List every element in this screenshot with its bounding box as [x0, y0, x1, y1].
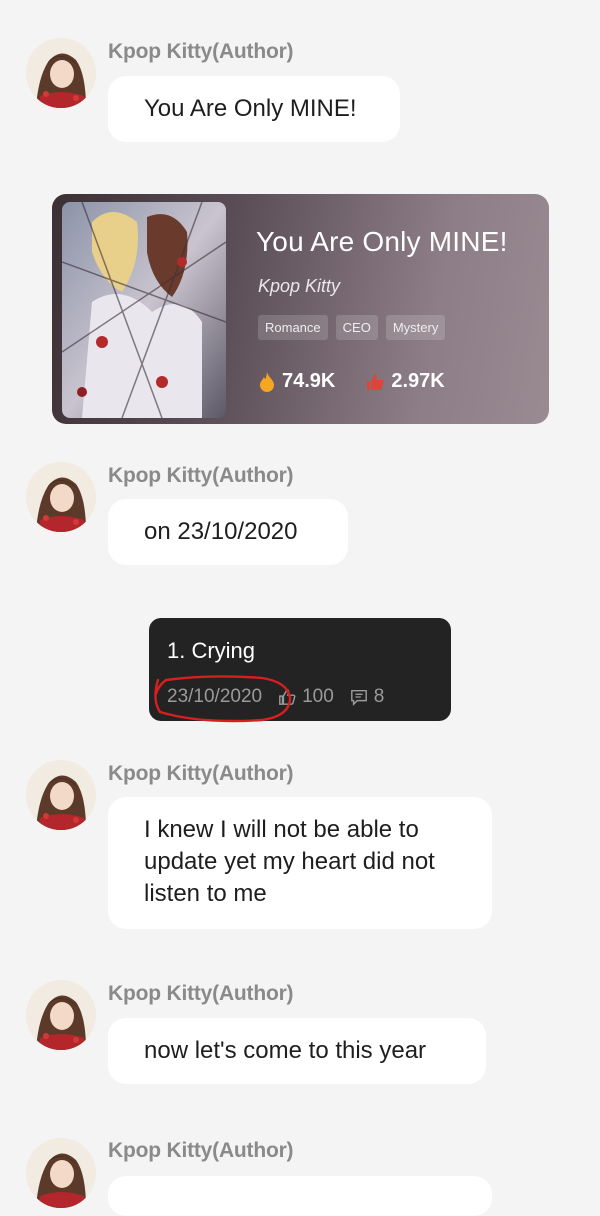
chapter-likes-count: 100 [302, 686, 334, 707]
book-cover-image [62, 202, 226, 418]
likes-count: 2.97K [391, 370, 445, 392]
tag-ceo[interactable]: CEO [335, 315, 378, 340]
message-bubble: I knew I will not be able to update yet … [108, 797, 492, 929]
message-bubble: now let's come to this year [108, 1018, 486, 1084]
book-author[interactable]: Kpop Kitty [258, 276, 340, 297]
chapter-comments-count: 8 [373, 686, 385, 707]
author-avatar[interactable] [26, 38, 96, 108]
author-avatar[interactable] [26, 980, 96, 1050]
message-bubble: You Are Only MINE! [108, 76, 400, 142]
comment-icon [350, 689, 367, 706]
book-title[interactable]: You Are Only MINE! [256, 226, 508, 258]
chapter-title[interactable]: 1. Crying [167, 638, 255, 664]
chapter-card[interactable]: 1. Crying 23/10/2020 100 8 [149, 618, 451, 721]
author-name[interactable]: Kpop Kitty(Author) [108, 1139, 294, 1163]
likes-stat: 2.97K [365, 370, 445, 393]
author-avatar[interactable] [26, 1138, 96, 1208]
book-card[interactable]: You Are Only MINE! Kpop Kitty Romance CE… [52, 194, 549, 424]
author-avatar[interactable] [26, 462, 96, 532]
book-tags: Romance CEO Mystery [258, 315, 446, 340]
author-name[interactable]: Kpop Kitty(Author) [108, 982, 294, 1006]
author-name[interactable]: Kpop Kitty(Author) [108, 762, 294, 786]
thumbs-up-icon [367, 373, 385, 390]
book-stats: 74.9K 2.97K [258, 370, 475, 393]
chapter-likes[interactable]: 100 [278, 686, 334, 708]
views-stat: 74.9K [258, 370, 335, 393]
chapter-date: 23/10/2020 [167, 686, 262, 708]
author-name[interactable]: Kpop Kitty(Author) [108, 464, 294, 488]
chapter-comments[interactable]: 8 [350, 686, 385, 708]
message-bubble [108, 1176, 492, 1216]
flame-icon [260, 371, 274, 392]
author-name[interactable]: Kpop Kitty(Author) [108, 40, 294, 64]
author-avatar[interactable] [26, 760, 96, 830]
chapter-date-text: 23/10/2020 [167, 686, 263, 707]
chapter-meta: 23/10/2020 100 8 [167, 686, 400, 708]
views-count: 74.9K [282, 370, 336, 392]
tag-mystery[interactable]: Mystery [385, 315, 446, 340]
thumbs-up-outline-icon [279, 689, 296, 705]
message-bubble: on 23/10/2020 [108, 499, 348, 565]
tag-romance[interactable]: Romance [258, 315, 328, 340]
